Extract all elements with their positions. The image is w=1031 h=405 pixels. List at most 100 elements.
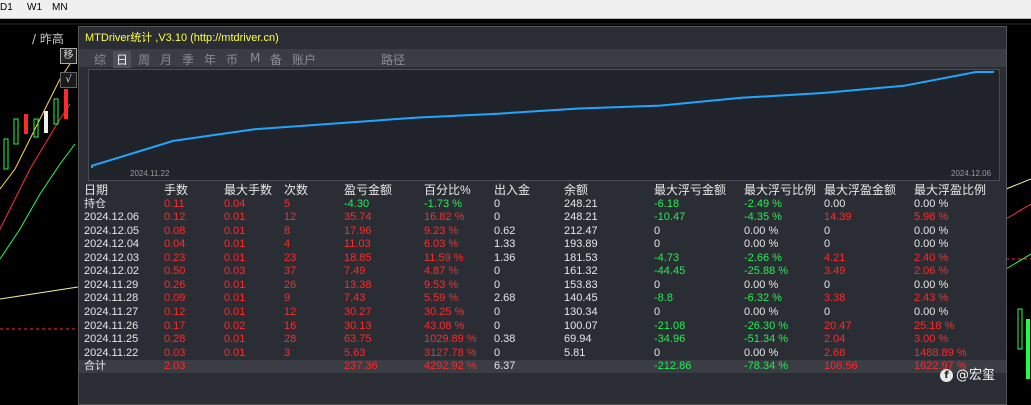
table-cell: 0.01 <box>224 305 246 318</box>
table-cell: 4 <box>284 238 291 251</box>
table-cell: -21.08 <box>654 319 686 332</box>
tab-month[interactable]: 月 <box>160 51 172 68</box>
timeframe-toolbar: D1 W1 MN <box>0 0 1031 19</box>
table-cell: 0 <box>494 211 501 224</box>
table-cell: 0 <box>494 346 501 359</box>
table-cell: 12 <box>284 305 297 318</box>
timeframe-w1[interactable]: W1 <box>27 2 42 13</box>
table-cell: 0 <box>654 238 661 251</box>
table-cell: 合计 <box>84 360 106 373</box>
table-cell: 9 <box>284 292 291 305</box>
table-cell: -51.34 % <box>744 333 789 346</box>
table-cell: 0 <box>494 197 501 210</box>
table-cell: 7.43 <box>344 292 366 305</box>
table-cell: 0.00 % <box>914 238 949 251</box>
table-cell: 0.00 % <box>744 346 779 359</box>
check-button[interactable]: √ <box>60 72 77 88</box>
table-cell: 0.17 <box>164 319 186 332</box>
table-cell: 2.06 % <box>914 265 949 278</box>
table-cell: -6.18 <box>654 197 680 210</box>
tab-week[interactable]: 周 <box>138 51 150 68</box>
tab-day[interactable]: 日 <box>113 51 132 68</box>
tab-magic[interactable]: M <box>250 51 260 65</box>
table-cell: -26.30 % <box>744 319 789 332</box>
table-cell: 130.34 <box>564 305 598 318</box>
column-header: 最大手数 <box>224 183 273 197</box>
graph-start-date: 2024.11.22 <box>130 169 170 178</box>
table-cell: 4.21 <box>824 251 846 264</box>
table-cell: -25.88 % <box>744 265 789 278</box>
table-cell: 0.01 <box>224 346 246 359</box>
table-cell: 0 <box>824 238 831 251</box>
table-cell: 26 <box>284 278 297 291</box>
table-cell: -2.49 % <box>744 197 782 210</box>
table-cell: 161.32 <box>564 265 598 278</box>
table-cell: 0.38 <box>494 333 516 346</box>
table-cell: 0.00 % <box>914 305 949 318</box>
table-cell: 2.43 % <box>914 292 949 305</box>
move-button[interactable]: 移 <box>60 48 77 64</box>
watermark-text: @宏玺 <box>956 368 996 383</box>
table-cell: 20.47 <box>824 319 852 332</box>
table-row: 2024.12.04 0.04 0.01 4 11.03 6.03 % 1.33 193.89… <box>79 238 1006 251</box>
table-cell: 2024.12.06 <box>84 211 140 224</box>
column-header: 最大浮盈比例 <box>914 183 987 197</box>
table-cell: 106.56 <box>824 360 858 373</box>
table-cell: -8.8 <box>654 292 673 305</box>
table-cell: 8 <box>284 224 291 237</box>
table-cell: 5 <box>284 197 291 210</box>
table-cell: 0 <box>824 224 831 237</box>
balance-curve <box>91 71 994 168</box>
table-cell: 0.00 <box>824 197 846 210</box>
table-cell: 4292.92 % <box>424 360 477 373</box>
tab-year[interactable]: 年 <box>204 51 216 68</box>
table-cell: 0.00 % <box>744 238 779 251</box>
table-cell: 18.85 <box>344 251 372 264</box>
tab-quarter[interactable]: 季 <box>182 51 194 68</box>
table-cell: 2024.11.25 <box>84 333 139 346</box>
tab-summary[interactable]: 综 <box>94 51 106 68</box>
column-header: 最大浮盈金额 <box>824 183 897 197</box>
table-cell: 1.36 <box>494 251 516 264</box>
tab-note[interactable]: 备 <box>270 51 282 68</box>
table-cell: 248.21 <box>564 211 598 224</box>
column-header: 百分比% <box>424 183 471 197</box>
timeframe-d1[interactable]: D1 <box>0 2 13 13</box>
table-cell: 30.25 % <box>424 305 465 318</box>
table-cell: 2.04 <box>824 333 846 346</box>
table-cell: -212.86 <box>654 360 692 373</box>
balance-line <box>91 71 994 168</box>
table-row: 2024.11.29 0.26 0.01 26 13.38 9.53 % 0 153.83 0 0… <box>79 279 1006 292</box>
tab-symbol[interactable]: 币 <box>226 51 238 68</box>
table-cell: 0.03 <box>224 265 246 278</box>
table-cell: 0.00 % <box>914 197 949 210</box>
table-cell: 2.68 <box>824 346 846 359</box>
table-cell: 持仓 <box>84 197 106 210</box>
table-cell: 37 <box>284 265 297 278</box>
table-cell: 0.08 <box>164 224 186 237</box>
table-cell: -1.73 % <box>424 197 462 210</box>
table-cell: 193.89 <box>564 238 598 251</box>
table-cell: 6.37 <box>494 360 516 373</box>
table-cell: -44.45 <box>654 265 686 278</box>
column-header: 最大浮亏金额 <box>654 183 727 197</box>
table-row: 2024.12.05 0.08 0.01 8 17.96 9.23 % 0.62 212.47… <box>79 225 1006 238</box>
tab-path[interactable]: 路径 <box>381 51 405 68</box>
table-cell: 2.40 % <box>914 251 949 264</box>
table-cell: 2024.12.03 <box>84 251 140 264</box>
watermark: f @宏玺 <box>940 364 995 383</box>
table-row: 2024.11.26 0.17 0.02 16 30.13 43.08 % 0 100.07 -… <box>79 320 1006 333</box>
timeframe-mn[interactable]: MN <box>52 2 68 13</box>
table-cell: 0.01 <box>224 333 246 346</box>
table-cell: 181.53 <box>564 251 598 264</box>
social-logo-icon: f <box>940 369 953 382</box>
tab-account[interactable]: 账户 <box>292 51 316 68</box>
table-cell: 0.01 <box>224 211 246 224</box>
table-cell: 4.87 % <box>424 265 459 278</box>
table-cell: 100.07 <box>564 319 598 332</box>
table-cell: 16.82 % <box>424 211 465 224</box>
table-cell: 2024.12.04 <box>84 238 140 251</box>
table-cell: 2024.11.27 <box>84 305 139 318</box>
table-cell: 0.04 <box>164 238 186 251</box>
table-cell: 3 <box>284 346 291 359</box>
